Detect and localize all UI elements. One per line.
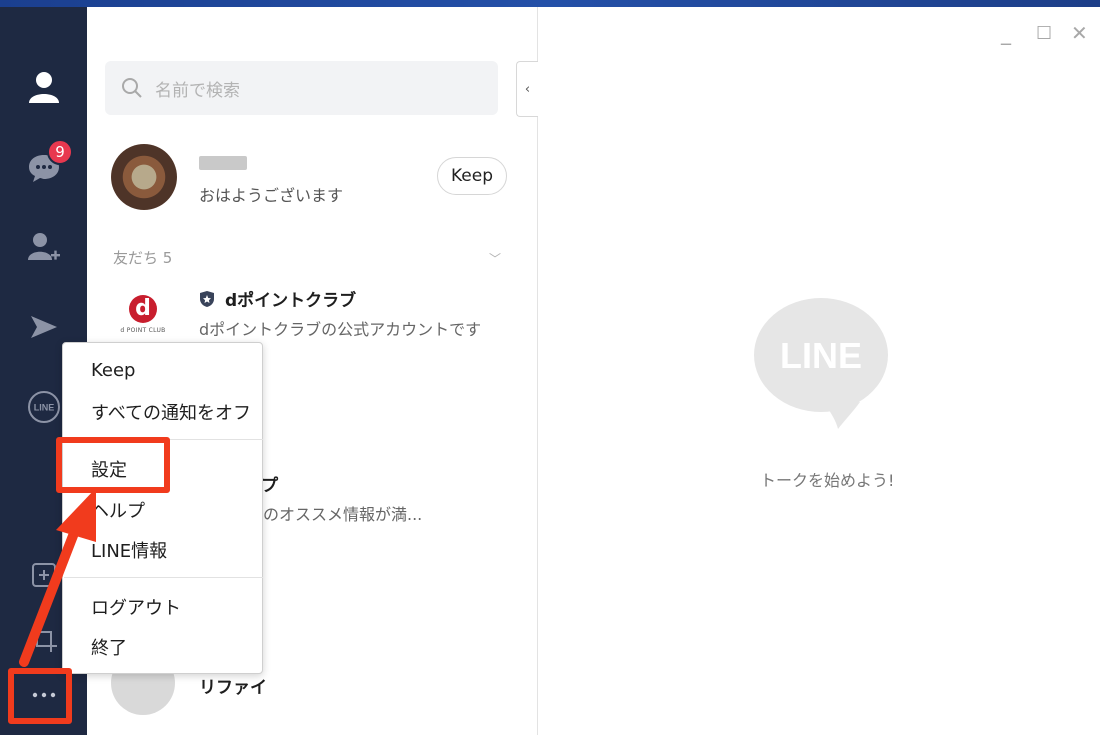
close-icon[interactable]: ✕ [1071,21,1088,45]
menu-item-line-info[interactable]: LINE情報 [91,537,167,563]
menu-item-quit[interactable]: 終了 [91,634,127,660]
status-message: おはようございます [199,186,344,205]
search-input[interactable]: 名前で検索 [105,61,498,115]
avatar [111,144,177,210]
svg-text:LINE: LINE [780,335,862,376]
chat-area: _ ☐ ✕ LINE トークを始めよう! [539,7,1100,735]
friend-name: リファイ [199,678,267,698]
add-person-icon [27,233,60,260]
friend-item[interactable]: d d POINT CLUB dポイントクラブ dポイントクラブの公式アカウント… [111,282,511,346]
menu-item-logout[interactable]: ログアウト [91,594,181,620]
friends-section-header[interactable]: 友だち 5 [113,247,172,268]
menu-item-mute-all[interactable]: すべての通知をオフ [91,399,251,425]
chevron-down-icon[interactable]: ﹀ [489,250,501,267]
minimize-icon[interactable]: _ [1001,21,1011,45]
timeline-icon [30,316,57,338]
plus-square-icon [31,563,56,587]
more-button-highlight-box [8,668,72,724]
friend-name: dポイントクラブ [225,291,357,311]
search-placeholder: 名前で検索 [155,80,240,101]
more-options-menu: Keep すべての通知をオフ 設定 ヘルプ LINE情報 ログアウト 終了 [62,342,263,674]
chats-tab[interactable]: 9 [0,137,87,197]
person-icon [28,72,59,103]
menu-item-keep[interactable]: Keep [91,360,135,381]
menu-item-help[interactable]: ヘルプ [91,497,145,523]
keep-button[interactable]: Keep [437,157,507,195]
friend-description: dポイントクラブの公式アカウントです [199,320,482,339]
dpoint-logo-avatar: d d POINT CLUB [111,282,175,346]
window-top-border [0,0,1100,7]
line-logo: LINE [754,298,888,429]
line-logo-icon: LINE [27,391,60,423]
add-friend-tab[interactable] [0,217,87,277]
svg-text:LINE: LINE [33,403,54,413]
official-account-badge-icon [200,291,214,307]
crop-icon [30,626,57,652]
maximize-icon[interactable]: ☐ [1036,23,1052,44]
search-icon [122,78,142,98]
menu-divider [64,577,263,578]
empty-chat-message: トークを始めよう! [760,471,895,490]
unread-badge: 9 [47,139,73,165]
friends-tab[interactable] [0,57,87,117]
my-profile[interactable]: おはようございます Keep [111,140,511,212]
profile-name-blurred [199,156,247,170]
collapse-panel-button[interactable]: ‹ [516,61,538,117]
settings-highlight-box [56,437,170,493]
chevron-left-icon: ‹ [524,81,531,97]
